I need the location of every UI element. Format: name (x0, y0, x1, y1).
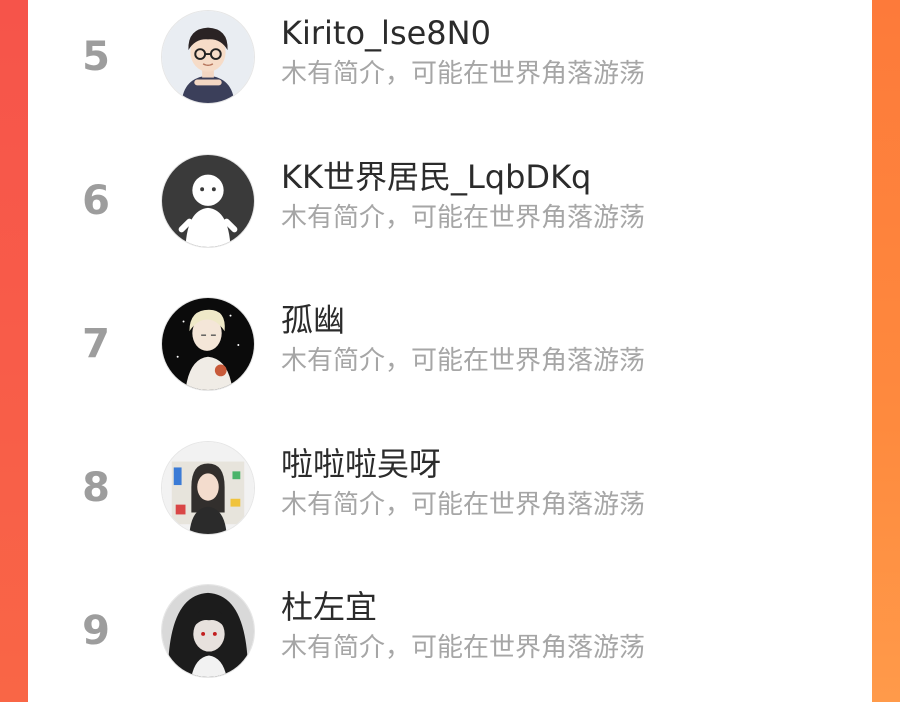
user-bio: 木有简介，可能在世界角落游荡 (281, 203, 646, 233)
rank-number: 5 (82, 34, 110, 80)
rank-number: 8 (82, 465, 110, 511)
rank-number: 7 (82, 321, 110, 367)
user-bio: 木有简介，可能在世界角落游荡 (281, 59, 646, 89)
default-ghost-avatar[interactable] (161, 154, 255, 248)
left-gradient-border (0, 0, 28, 702)
ranking-row-7[interactable]: 7 孤幽 木有简介，可能在世界角落游荡 (28, 287, 872, 430)
user-bio: 木有简介，可能在世界角落游荡 (281, 490, 646, 520)
ranking-row-9[interactable]: 9 杜左宜 木有简介，可能在世界角落游荡 (28, 574, 872, 717)
rank-number: 6 (82, 178, 110, 224)
ranking-row-5[interactable]: 5 Kirito_lse8N0 木有简介，可能在世界角落游荡 (28, 0, 872, 143)
user-name[interactable]: 杜左宜 (281, 587, 377, 627)
user-bio: 木有简介，可能在世界角落游荡 (281, 346, 646, 376)
ranking-row-6[interactable]: 6 KK世界居民_LqbDKq 木有简介，可能在世界角落游荡 (28, 144, 872, 287)
anime-boy-dark-avatar[interactable] (161, 297, 255, 391)
girl-sticker-collage-avatar[interactable] (161, 441, 255, 535)
rank-number: 9 (82, 608, 110, 654)
user-name[interactable]: 啦啦啦吴呀 (281, 444, 441, 484)
ranking-row-8[interactable]: 8 啦啦啦吴呀 木有简介，可能在世界角落游荡 (28, 431, 872, 574)
user-name[interactable]: KK世界居民_LqbDKq (281, 157, 591, 197)
anime-dark-hair-avatar[interactable] (161, 584, 255, 678)
ranking-list: 5 Kirito_lse8N0 木有简介，可能在世界角落游荡 6 KK世界居民_… (28, 0, 872, 702)
user-name[interactable]: 孤幽 (281, 300, 345, 340)
user-name[interactable]: Kirito_lse8N0 (281, 13, 491, 53)
user-bio: 木有简介，可能在世界角落游荡 (281, 633, 646, 663)
right-gradient-border (872, 0, 900, 702)
cartoon-boy-glasses-avatar[interactable] (161, 10, 255, 104)
